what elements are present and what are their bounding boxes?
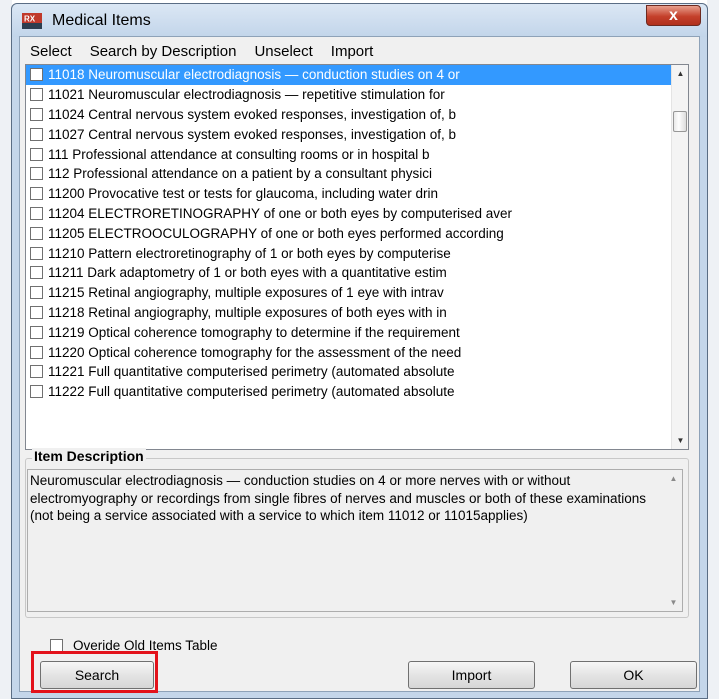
- list-rows: 11018 Neuromuscular electrodiagnosis — c…: [26, 65, 672, 402]
- list-item[interactable]: 11027 Central nervous system evoked resp…: [26, 124, 672, 144]
- list-item[interactable]: 11211 Dark adaptometry of 1 or both eyes…: [26, 263, 672, 283]
- item-checkbox[interactable]: [30, 167, 43, 181]
- list-item[interactable]: 11222 Full quantitative computerised per…: [26, 382, 672, 402]
- item-checkbox[interactable]: [30, 286, 43, 300]
- item-label: 11211 Dark adaptometry of 1 or both eyes…: [48, 265, 447, 281]
- item-label: 11220 Optical coherence tomography for t…: [48, 344, 462, 360]
- list-item[interactable]: 11215 Retinal angiography, multiple expo…: [26, 283, 672, 303]
- item-description-legend: Item Description: [32, 448, 146, 464]
- list-item[interactable]: 11220 Optical coherence tomography for t…: [26, 342, 672, 362]
- list-item[interactable]: 11200 Provocative test or tests for glau…: [26, 184, 672, 204]
- list-item[interactable]: 11221 Full quantitative computerised per…: [26, 362, 672, 382]
- item-checkbox[interactable]: [30, 385, 43, 399]
- list-item[interactable]: 11204 ELECTRORETINOGRAPHY of one or both…: [26, 204, 672, 224]
- list-item[interactable]: 11210 Pattern electroretinography of 1 o…: [26, 243, 672, 263]
- client-area: Select Search by Description Unselect Im…: [19, 36, 700, 692]
- close-button[interactable]: x: [646, 5, 701, 26]
- list-item[interactable]: 11024 Central nervous system evoked resp…: [26, 105, 672, 125]
- list-item[interactable]: 11018 Neuromuscular electrodiagnosis — c…: [26, 65, 672, 85]
- title-bar[interactable]: RX Medical Items x: [12, 4, 707, 37]
- item-label: 11222 Full quantitative computerised per…: [48, 384, 455, 400]
- list-item[interactable]: 11205 ELECTROOCULOGRAPHY of one or both …: [26, 223, 672, 243]
- ok-button-label: OK: [623, 667, 644, 683]
- item-label: 11221 Full quantitative computerised per…: [48, 364, 455, 380]
- item-checkbox[interactable]: [30, 365, 43, 379]
- desc-scroll-up-icon[interactable]: ▲: [665, 470, 682, 487]
- item-checkbox[interactable]: [30, 88, 43, 102]
- menu-select[interactable]: Select: [20, 43, 81, 60]
- item-checkbox[interactable]: [30, 68, 43, 82]
- item-label: 11200 Provocative test or tests for glau…: [48, 186, 438, 202]
- list-item[interactable]: 112 Professional attendance on a patient…: [26, 164, 672, 184]
- list-item[interactable]: 11021 Neuromuscular electrodiagnosis — r…: [26, 85, 672, 105]
- item-label: 11210 Pattern electroretinography of 1 o…: [48, 245, 451, 261]
- item-label: 112 Professional attendance on a patient…: [48, 166, 433, 182]
- item-checkbox[interactable]: [30, 187, 43, 201]
- menu-search-by-description[interactable]: Search by Description: [81, 43, 246, 60]
- svg-text:RX: RX: [24, 15, 36, 24]
- scroll-up-icon[interactable]: ▲: [672, 65, 688, 82]
- scroll-thumb[interactable]: [673, 111, 687, 132]
- search-button-highlight: [31, 651, 158, 693]
- item-label: 11018 Neuromuscular electrodiagnosis — c…: [48, 67, 460, 83]
- menu-unselect[interactable]: Unselect: [245, 43, 321, 60]
- close-icon: x: [669, 6, 678, 24]
- item-label: 11205 ELECTROOCULOGRAPHY of one or both …: [48, 225, 504, 241]
- list-scrollbar[interactable]: ▲ ▼: [671, 65, 688, 449]
- desc-scroll-down-icon[interactable]: ▼: [665, 594, 682, 611]
- import-button[interactable]: Import: [408, 661, 535, 689]
- list-item[interactable]: 11218 Retinal angiography, multiple expo…: [26, 303, 672, 323]
- list-item[interactable]: 111 Professional attendance at consultin…: [26, 144, 672, 164]
- item-label: 11215 Retinal angiography, multiple expo…: [48, 285, 444, 301]
- item-description-text: Neuromuscular electrodiagnosis — conduct…: [30, 473, 647, 523]
- item-checkbox[interactable]: [30, 325, 43, 339]
- item-checkbox[interactable]: [30, 206, 43, 220]
- item-checkbox[interactable]: [30, 266, 43, 280]
- scroll-down-icon[interactable]: ▼: [672, 432, 688, 449]
- item-checkbox[interactable]: [30, 305, 43, 319]
- item-label: 11024 Central nervous system evoked resp…: [48, 106, 456, 122]
- medical-items-window: RX Medical Items x Select Search by Desc…: [11, 3, 708, 699]
- ok-button[interactable]: OK: [570, 661, 697, 689]
- item-checkbox[interactable]: [30, 345, 43, 359]
- menu-bar: Select Search by Description Unselect Im…: [20, 37, 699, 65]
- list-item[interactable]: 11219 Optical coherence tomography to de…: [26, 322, 672, 342]
- item-label: 11219 Optical coherence tomography to de…: [48, 324, 460, 340]
- menu-import[interactable]: Import: [322, 43, 383, 60]
- item-label: 11027 Central nervous system evoked resp…: [48, 126, 456, 142]
- import-button-label: Import: [451, 667, 492, 683]
- description-scrollbar[interactable]: ▲ ▼: [665, 470, 682, 611]
- item-checkbox[interactable]: [30, 107, 43, 121]
- rx-app-icon: RX: [22, 13, 42, 29]
- item-checkbox[interactable]: [30, 147, 43, 161]
- item-label: 11218 Retinal angiography, multiple expo…: [48, 304, 447, 320]
- item-checkbox[interactable]: [30, 246, 43, 260]
- item-checkbox[interactable]: [30, 127, 43, 141]
- item-checkbox[interactable]: [30, 226, 43, 240]
- background-right-edge: [707, 0, 719, 699]
- item-description-group: Item Description Neuromuscular electrodi…: [25, 448, 689, 618]
- item-label: 111 Professional attendance at consultin…: [48, 146, 430, 162]
- item-description-box[interactable]: Neuromuscular electrodiagnosis — conduct…: [27, 469, 683, 612]
- item-label: 11204 ELECTRORETINOGRAPHY of one or both…: [48, 205, 512, 221]
- item-label: 11021 Neuromuscular electrodiagnosis — r…: [48, 87, 445, 103]
- medical-items-list[interactable]: 11018 Neuromuscular electrodiagnosis — c…: [25, 64, 689, 450]
- window-title: Medical Items: [52, 12, 151, 29]
